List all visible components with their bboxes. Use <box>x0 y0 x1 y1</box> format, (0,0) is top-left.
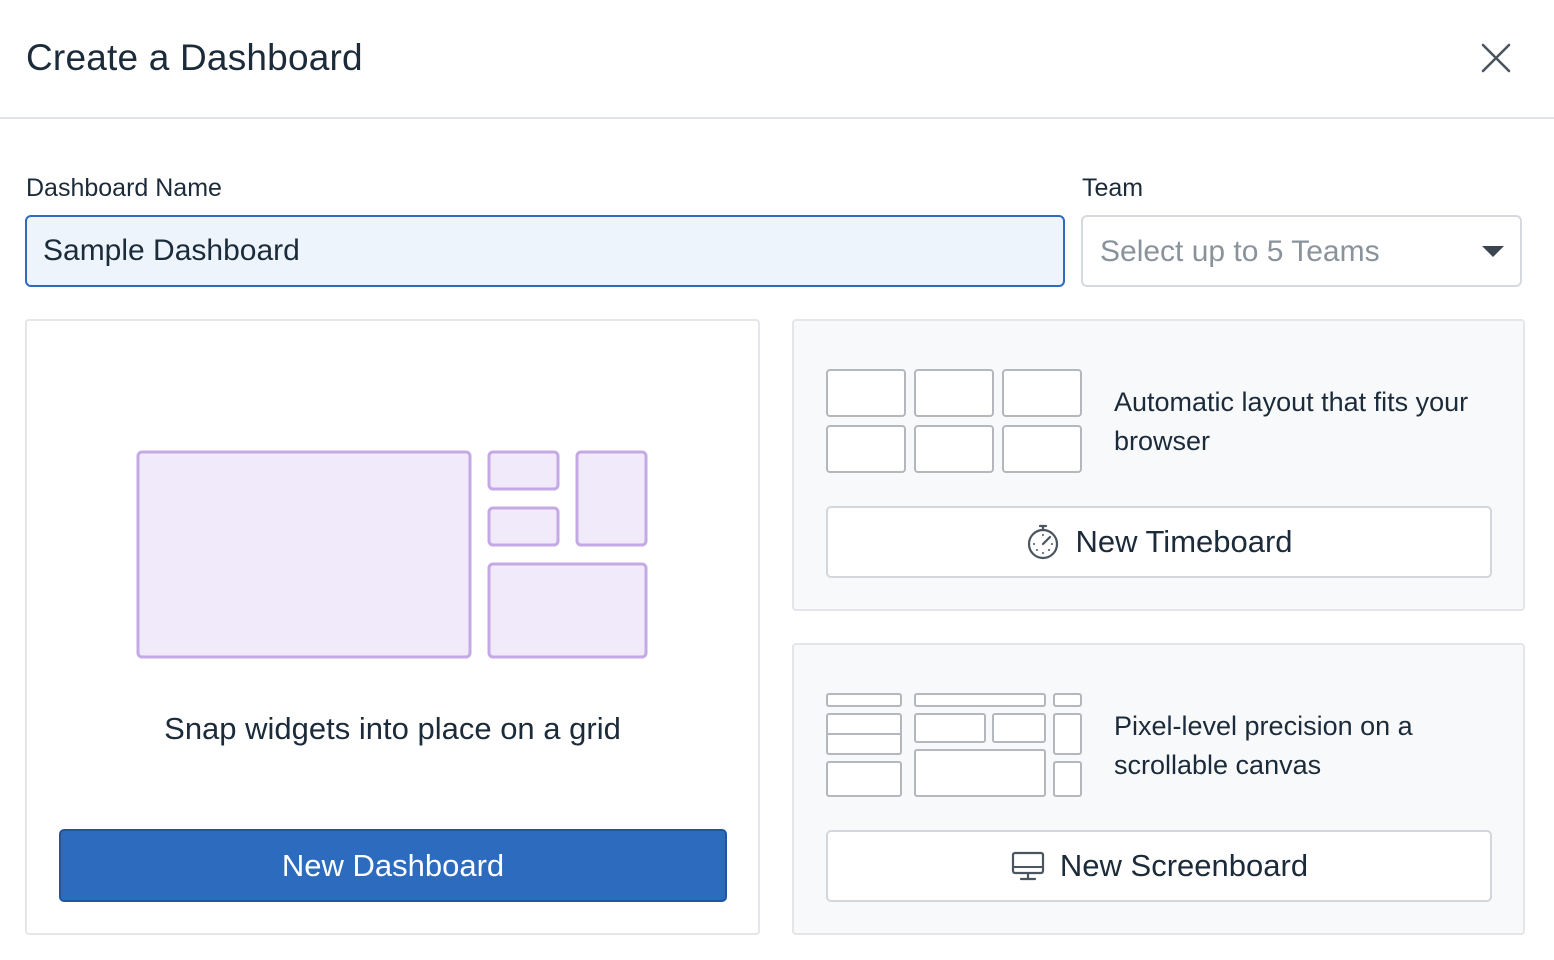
dashboard-option-card: Snap widgets into place on a grid New Da… <box>25 319 760 935</box>
dashboard-name-input[interactable] <box>25 215 1065 287</box>
new-screenboard-label: New Screenboard <box>1059 848 1309 883</box>
timeboard-option-card: Automatic layout that fits your browser <box>792 319 1525 611</box>
screenboard-description: Pixel-level precision on a scrollable ca… <box>1114 711 1413 780</box>
create-dashboard-modal: Create a Dashboard Dashboard Name Team S… <box>0 0 1554 960</box>
team-select[interactable]: Select up to 5 Teams <box>1081 215 1522 287</box>
new-screenboard-button[interactable]: New Screenboard <box>826 830 1492 902</box>
monitor-icon <box>1010 848 1046 884</box>
modal-title: Create a Dashboard <box>26 37 363 78</box>
freeform-layout-illustration <box>826 693 1082 797</box>
new-dashboard-button[interactable]: New Dashboard <box>59 829 727 902</box>
chevron-down-icon <box>1482 246 1504 257</box>
dashboard-description: Snap widgets into place on a grid <box>164 711 621 746</box>
dashboard-name-label: Dashboard Name <box>26 174 222 202</box>
stopwatch-icon <box>1025 524 1061 560</box>
team-label: Team <box>1082 174 1144 202</box>
modal-header: Create a Dashboard <box>0 0 1554 119</box>
auto-layout-illustration <box>826 369 1082 473</box>
grid-layout-illustration <box>136 450 648 659</box>
new-timeboard-label: New Timeboard <box>1075 524 1293 559</box>
new-timeboard-button[interactable]: New Timeboard <box>826 506 1492 578</box>
screenboard-option-card: Pixel-level precision on a scrollable ca… <box>792 643 1525 935</box>
team-select-placeholder: Select up to 5 Teams <box>1100 235 1380 268</box>
close-icon[interactable] <box>1474 36 1518 80</box>
timeboard-description: Automatic layout that fits your browser <box>1114 387 1469 456</box>
